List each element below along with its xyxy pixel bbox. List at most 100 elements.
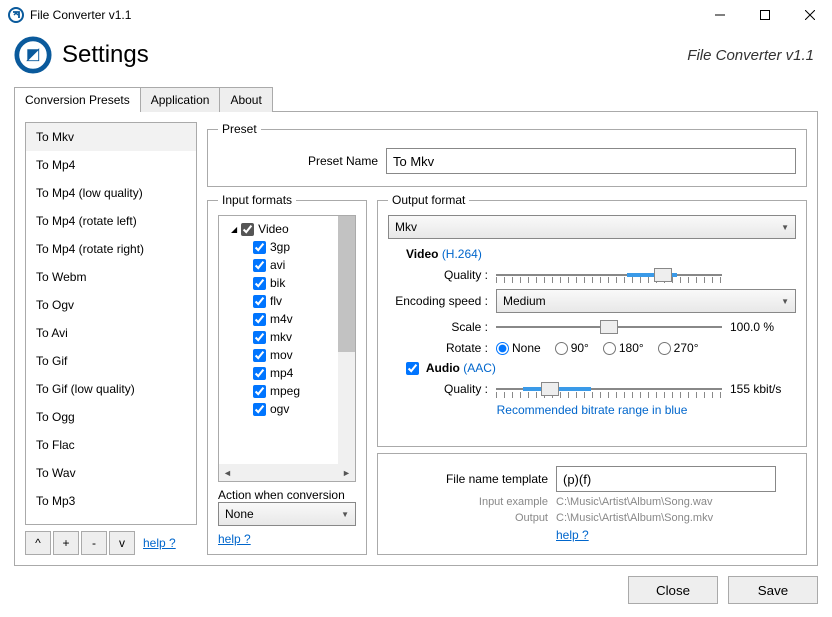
format-checkbox[interactable] [253, 331, 266, 344]
video-codec-label: (H.264) [442, 247, 482, 261]
move-up-button[interactable]: ^ [25, 531, 51, 555]
add-preset-button[interactable]: + [53, 531, 79, 555]
preset-item[interactable]: To Gif [26, 347, 196, 375]
tree-item[interactable]: avi [223, 256, 351, 274]
format-checkbox[interactable] [253, 241, 266, 254]
video-quality-label: Quality : [388, 268, 488, 282]
format-checkbox[interactable] [253, 403, 266, 416]
tree-item[interactable]: bik [223, 274, 351, 292]
video-quality-slider[interactable] [496, 263, 722, 287]
encoding-speed-label: Encoding speed : [388, 294, 488, 308]
tree-item[interactable]: mkv [223, 328, 351, 346]
tab-application[interactable]: Application [140, 87, 221, 112]
close-button[interactable] [787, 0, 832, 30]
tab-conversion-presets[interactable]: Conversion Presets [14, 87, 141, 112]
preset-item[interactable]: To Webm [26, 263, 196, 291]
tree-group-label: Video [258, 222, 288, 236]
input-formats-help-link[interactable]: help ? [218, 532, 356, 546]
audio-codec-label: (AAC) [463, 361, 496, 375]
preset-item[interactable]: To Avi [26, 319, 196, 347]
scale-label: Scale : [388, 320, 488, 334]
tab-body: To MkvTo Mp4To Mp4 (low quality)To Mp4 (… [14, 111, 818, 566]
app-icon [8, 7, 24, 23]
close-dialog-button[interactable]: Close [628, 576, 718, 604]
rotate-270[interactable]: 270° [658, 341, 699, 355]
audio-enable-checkbox[interactable] [406, 362, 419, 375]
tree-item[interactable]: flv [223, 292, 351, 310]
format-checkbox[interactable] [253, 385, 266, 398]
format-checkbox[interactable] [253, 259, 266, 272]
input-formats-tree[interactable]: ◢ Video 3gpavibikflvm4vmkvmovmp4mpegogv … [218, 215, 356, 482]
page-title: Settings [62, 41, 687, 69]
rotate-180[interactable]: 180° [603, 341, 644, 355]
group-checkbox[interactable] [241, 223, 254, 236]
preset-item[interactable]: To Wav [26, 459, 196, 487]
preset-item[interactable]: To Ogv [26, 291, 196, 319]
scale-slider[interactable] [496, 315, 722, 339]
action-combo-value: None [225, 507, 254, 521]
input-formats-legend: Input formats [218, 193, 296, 207]
chevron-down-icon: ▼ [341, 510, 349, 519]
preset-legend: Preset [218, 122, 261, 136]
rotate-90[interactable]: 90° [555, 341, 589, 355]
output-format-panel: Output format Mkv ▼ Video (H.264) Qualit… [377, 193, 807, 555]
tree-item[interactable]: 3gp [223, 238, 351, 256]
preset-name-input[interactable] [386, 148, 796, 174]
format-checkbox[interactable] [253, 313, 266, 326]
tree-item[interactable]: mpeg [223, 382, 351, 400]
preset-item[interactable]: To Mp4 (low quality) [26, 179, 196, 207]
preset-item[interactable]: To Mp3 [26, 487, 196, 515]
encoding-speed-combo[interactable]: Medium ▼ [496, 289, 796, 313]
filename-fieldset: File name template Input example C:\Musi… [377, 453, 807, 555]
save-button[interactable]: Save [728, 576, 818, 604]
chevron-down-icon: ▼ [781, 297, 789, 306]
tree-item[interactable]: mov [223, 346, 351, 364]
format-checkbox[interactable] [253, 277, 266, 290]
format-checkbox[interactable] [253, 367, 266, 380]
output-format-combo[interactable]: Mkv ▼ [388, 215, 796, 239]
output-example-value: C:\Music\Artist\Album\Song.mkv [556, 512, 713, 524]
preset-item[interactable]: To Ogg [26, 403, 196, 431]
tree-item[interactable]: m4v [223, 310, 351, 328]
video-section-header: Video (H.264) [406, 247, 796, 261]
preset-name-label: Preset Name [218, 154, 378, 168]
move-down-button[interactable]: v [109, 531, 135, 555]
tree-vscrollbar[interactable] [338, 216, 355, 464]
filename-template-label: File name template [388, 472, 548, 486]
input-formats-panel: Input formats ◢ Video 3gpavibikflvm4vmkv… [207, 193, 367, 555]
rotate-label: Rotate : [388, 341, 488, 355]
preset-item[interactable]: To Flac [26, 431, 196, 459]
tab-about[interactable]: About [219, 87, 272, 112]
minimize-button[interactable] [697, 0, 742, 30]
format-checkbox[interactable] [253, 295, 266, 308]
chevron-down-icon: ▼ [781, 223, 789, 232]
tree-item[interactable]: ogv [223, 400, 351, 418]
tree-item[interactable]: mp4 [223, 364, 351, 382]
footer: Close Save [0, 566, 832, 614]
audio-quality-label: Quality : [388, 382, 488, 396]
recommended-bitrate-note: Recommended bitrate range in blue [388, 403, 796, 417]
filename-help-link[interactable]: help ? [556, 528, 589, 542]
preset-item[interactable]: To Mp4 (rotate right) [26, 235, 196, 263]
action-combo[interactable]: None ▼ [218, 502, 356, 526]
tabstrip: Conversion Presets Application About [0, 86, 832, 111]
preset-list[interactable]: To MkvTo Mp4To Mp4 (low quality)To Mp4 (… [25, 122, 197, 525]
maximize-button[interactable] [742, 0, 787, 30]
input-example-value: C:\Music\Artist\Album\Song.wav [556, 496, 713, 508]
tree-hscrollbar[interactable]: ◄► [219, 464, 355, 481]
presets-help-link[interactable]: help ? [143, 536, 176, 550]
tree-group-video[interactable]: ◢ Video [223, 220, 351, 238]
filename-template-input[interactable] [556, 466, 776, 492]
preset-item[interactable]: To Mp4 [26, 151, 196, 179]
output-example-label: Output [388, 512, 548, 524]
format-checkbox[interactable] [253, 349, 266, 362]
header: Settings File Converter v1.1 [0, 30, 832, 80]
preset-item[interactable]: To Gif (low quality) [26, 375, 196, 403]
audio-quality-slider[interactable] [496, 377, 722, 401]
collapse-icon: ◢ [231, 225, 237, 234]
preset-item[interactable]: To Mkv [26, 123, 196, 151]
output-format-value: Mkv [395, 220, 417, 234]
remove-preset-button[interactable]: - [81, 531, 107, 555]
preset-item[interactable]: To Mp4 (rotate left) [26, 207, 196, 235]
rotate-none[interactable]: None [496, 341, 541, 355]
